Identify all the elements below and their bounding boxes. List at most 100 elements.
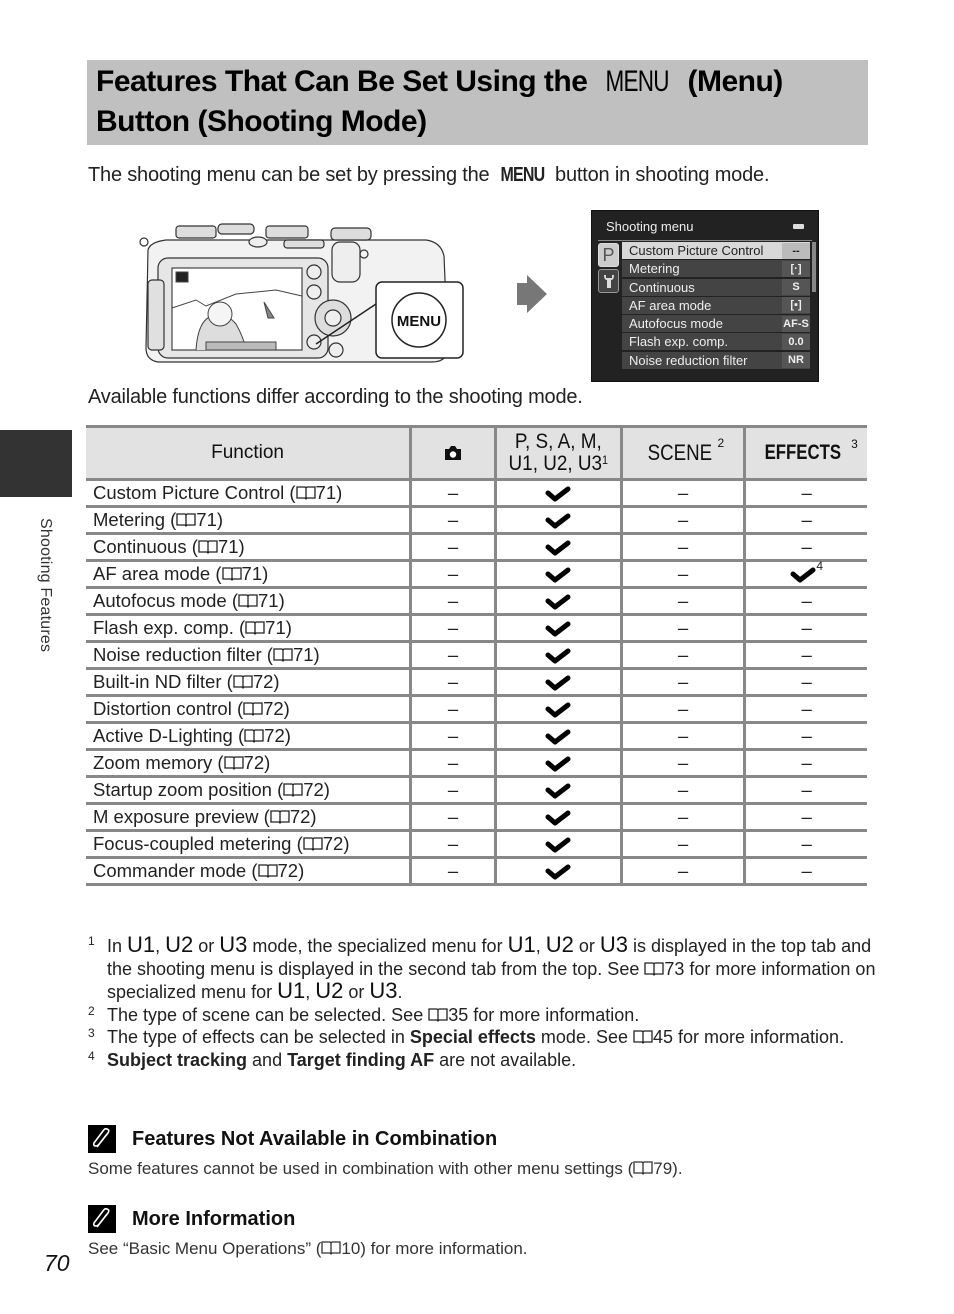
cell-effects: – [743, 775, 867, 805]
menu-item-label: AF area mode [629, 297, 712, 313]
book-reference-icon [321, 1241, 342, 1255]
cell-scene: – [619, 721, 747, 751]
menu-item-label: Noise reduction filter [629, 352, 748, 368]
book-reference-icon [633, 1161, 653, 1175]
cell-function: Active D-Lighting (72) [86, 721, 413, 751]
menu-item-value: S [782, 279, 810, 296]
table-row: Continuous (71) – – – [86, 532, 867, 562]
book-reference-icon [244, 729, 264, 743]
cell-auto: – [409, 640, 497, 670]
menu-scrollbar[interactable] [812, 242, 816, 292]
note-heading: More Information [132, 1207, 296, 1230]
menu-item-label: Metering [629, 261, 680, 277]
table-row: AF area mode (71) – –4 [86, 559, 867, 589]
menu-item[interactable]: Custom Picture Control -- [622, 242, 810, 259]
camera-icon [444, 445, 461, 460]
arrow-right-icon [517, 275, 547, 313]
check-icon [545, 648, 571, 664]
book-reference-icon [303, 837, 323, 851]
cell-psam [493, 694, 623, 724]
menu-item[interactable]: Continuous S [622, 278, 810, 296]
cell-psam [493, 478, 623, 508]
table-header-row: Function P, S, A, M, U1, U2, U31 SCENE 2 E… [86, 425, 867, 481]
note-text: Some features cannot be used in combinat… [88, 1159, 683, 1178]
cell-function: Distortion control (72) [86, 694, 413, 724]
book-reference-icon [245, 621, 265, 635]
check-icon [545, 810, 571, 826]
cell-scene: – [619, 613, 747, 643]
footnote-1: 1 In U1, U2 or U3 mode, the specialized … [88, 932, 876, 1003]
cell-psam [493, 802, 623, 832]
cell-scene: – [619, 667, 747, 697]
cell-effects: – [743, 721, 867, 751]
book-reference-icon [198, 540, 218, 554]
cell-auto: – [409, 532, 497, 562]
book-reference-icon [257, 864, 278, 878]
cell-function: Startup zoom position (72) [86, 775, 413, 805]
table-row: Autofocus mode (71) – – – [86, 586, 867, 616]
cell-function: Continuous (71) [86, 532, 413, 562]
check-icon [545, 567, 571, 583]
menu-header: Shooting menu [592, 211, 818, 241]
table-row: Active D-Lighting (72) – – – [86, 721, 867, 751]
menu-item[interactable]: Metering [·] [622, 260, 810, 278]
menu-item-value: [·] [782, 260, 810, 277]
menu-item[interactable]: Flash exp. comp. 0.0 [622, 333, 810, 351]
cell-function: Built-in ND filter (72) [86, 667, 413, 697]
check-icon [545, 621, 571, 637]
book-reference-icon [428, 1007, 448, 1022]
cell-function: Commander mode (72) [86, 856, 413, 886]
function-availability-table: Function P, S, A, M, U1, U2, U31 SCENE 2 E… [86, 425, 867, 886]
cell-function: Autofocus mode (71) [86, 586, 413, 616]
menu-item[interactable]: Noise reduction filter NR [622, 351, 810, 369]
cell-function: Custom Picture Control (71) [86, 478, 413, 508]
cell-scene: – [619, 559, 747, 589]
header-effects: EFFECTS 3 [743, 425, 867, 481]
cell-effects: – [743, 505, 867, 535]
camera-back-illustration: MENU [139, 223, 464, 363]
menu-item[interactable]: Autofocus mode AF-S [622, 315, 810, 333]
cell-auto: – [409, 775, 497, 805]
note-heading: Features Not Available in Combination [132, 1127, 498, 1150]
cell-scene: – [619, 694, 747, 724]
cell-scene: – [619, 640, 747, 670]
check-icon [545, 864, 571, 880]
footnote-2: 2 The type of scene can be selected. See… [88, 1003, 640, 1025]
shooting-mode-tab[interactable]: P [598, 243, 619, 267]
cell-function: Flash exp. comp. (71) [86, 613, 413, 643]
header-psam-modes: P, S, A, M, U1, U2, U31 [493, 425, 623, 481]
cell-psam [493, 721, 623, 751]
book-reference-icon [233, 675, 253, 689]
section-tab-marker [0, 430, 72, 497]
setup-tab[interactable] [598, 269, 619, 293]
cell-auto: – [409, 505, 497, 535]
cell-scene: – [619, 829, 747, 859]
check-icon [545, 594, 571, 610]
cell-psam [493, 775, 623, 805]
table-row: Distortion control (72) – – – [86, 694, 867, 724]
shooting-menu-screen: Shooting menu P Custom Picture Control --… [591, 210, 819, 382]
cell-function: AF area mode (71) [86, 559, 413, 589]
book-reference-icon [221, 567, 242, 581]
cell-effects: – [743, 640, 867, 670]
cell-auto: – [409, 721, 497, 751]
header-divider [598, 240, 812, 241]
cell-effects: – [743, 829, 867, 859]
menu-button-glyph: MENU [605, 65, 670, 98]
menu-item[interactable]: AF area mode [▪] [622, 296, 810, 314]
menu-item-value: 0.0 [782, 333, 810, 350]
cell-effects: – [743, 856, 867, 886]
paperclip-note-icon [88, 1205, 116, 1233]
book-reference-icon [176, 513, 196, 527]
menu-item-value: -- [782, 242, 810, 259]
book-reference-icon [223, 756, 244, 770]
cell-function: Metering (71) [86, 505, 413, 535]
header-scene: SCENE 2 [619, 425, 747, 481]
check-icon [545, 486, 571, 502]
menu-item-value: [▪] [782, 297, 810, 314]
cell-auto: – [409, 667, 497, 697]
cell-psam [493, 532, 623, 562]
check-icon [545, 783, 571, 799]
cell-function: M exposure preview (72) [86, 802, 413, 832]
intro-text: The shooting menu can be set by pressing… [88, 164, 770, 186]
